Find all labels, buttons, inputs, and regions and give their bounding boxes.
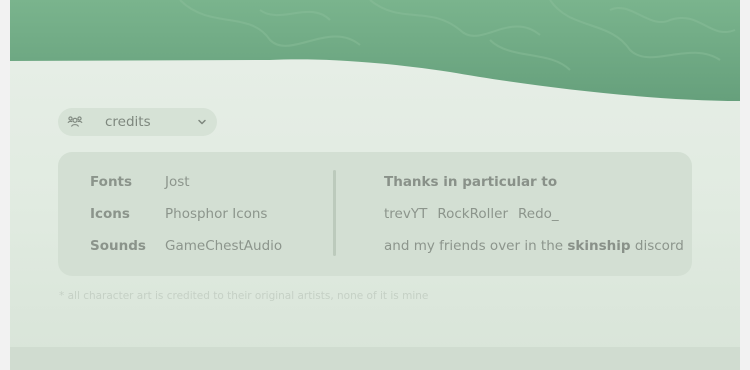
chevron-down-icon [196, 116, 208, 128]
thanks-names: trevYT RockRoller Redo_ [384, 206, 569, 222]
thanks-friends: and my friends over in the skinship disc… [384, 238, 684, 254]
friends-prefix: and my friends over in the [384, 238, 568, 254]
credit-key: Sounds [90, 238, 146, 254]
credits-dropdown[interactable]: credits [58, 108, 217, 136]
friends-suffix: discord [630, 238, 684, 254]
friends-bold: skinship [567, 238, 631, 254]
thanks-title: Thanks in particular to [384, 174, 557, 190]
thanks-title-text: Thanks in particular to [384, 174, 558, 190]
thanks-name: Redo_ [518, 206, 559, 222]
thanks-name: RockRoller [437, 206, 509, 222]
users-three-icon [67, 114, 83, 130]
credit-key: Fonts [90, 174, 133, 190]
thanks-name: trevYT [384, 206, 428, 222]
dropdown-label: credits [105, 114, 151, 130]
credit-row-sounds: Sounds GameChestAudio [90, 238, 282, 254]
art-credit-note: * all character art is credited to their… [59, 290, 429, 302]
credit-row-icons: Icons Phosphor Icons [90, 206, 267, 222]
credit-key: Icons [90, 206, 130, 222]
footer-band [10, 347, 740, 370]
header-banner [10, 0, 740, 101]
credit-value: Phosphor Icons [165, 206, 268, 222]
credits-panel: Fonts Jost Icons Phosphor Icons Sounds Game… [58, 152, 692, 276]
credits-page: credits Fonts Jost Icons Phosphor Icons So… [10, 0, 740, 370]
credit-value: Jost [165, 174, 190, 190]
credit-row-fonts: Fonts Jost [90, 174, 190, 190]
panel-divider [333, 170, 336, 256]
credit-value: GameChestAudio [165, 238, 283, 254]
